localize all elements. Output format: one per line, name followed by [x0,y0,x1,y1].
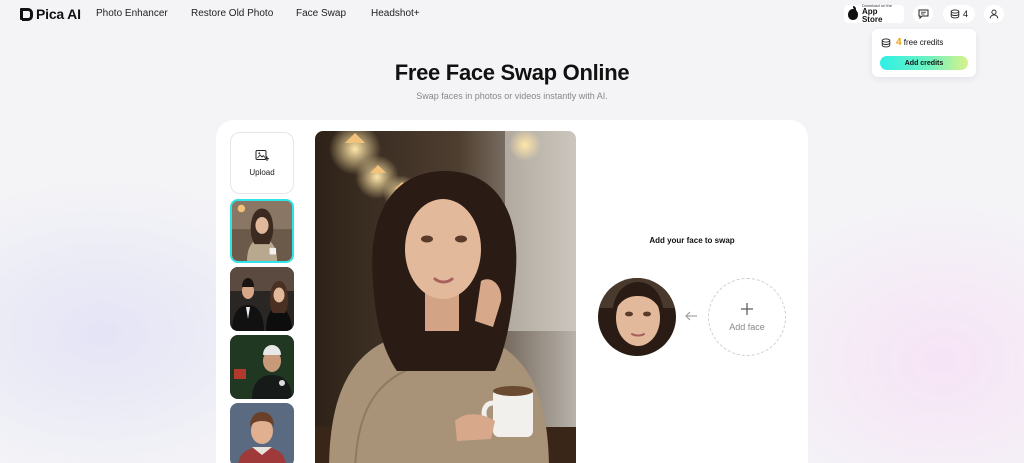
target-photo [315,131,576,463]
credits-label: free credits [903,38,944,47]
add-face-label: Add face [729,322,765,332]
swap-instruction: Add your face to swap [649,236,735,245]
app-store-badge[interactable]: Download on the App Store [844,4,904,24]
nav-headshot[interactable]: Headshot+ [371,8,420,19]
credits-count: 4 [896,37,902,48]
nav-face-swap[interactable]: Face Swap [296,8,346,19]
arrow-left-icon [685,311,697,321]
credits-line: 4 free credits [881,37,943,48]
brand-logo[interactable]: Pica AI [20,6,81,22]
nav-restore-old-photo[interactable]: Restore Old Photo [191,8,273,19]
template-thumbnail-boy-portrait[interactable] [230,403,294,463]
account-button[interactable] [984,5,1004,23]
chat-icon [918,9,928,19]
image-upload-icon [255,150,269,161]
chat-button[interactable] [913,5,933,23]
add-face-button[interactable]: Add face [708,278,786,356]
page-subtitle: Swap faces in photos or videos instantly… [416,91,608,101]
upload-button[interactable]: Upload [230,132,294,194]
template-image [230,335,294,399]
apple-icon [848,5,858,20]
target-photo-image [315,131,576,463]
top-nav: Pica AI Photo Enhancer Restore Old Photo… [0,0,1024,28]
template-thumbnail-man-outdoor[interactable] [230,335,294,399]
user-icon [989,9,999,19]
template-thumbnail-couple-formal[interactable] [230,267,294,331]
app-store-big-text: App Store [861,7,883,24]
credit-count: 4 [962,9,968,19]
nav-photo-enhancer[interactable]: Photo Enhancer [96,8,168,19]
template-thumbnail-woman-cafe[interactable] [230,199,294,263]
template-image [230,267,294,331]
credits-button[interactable]: 4 [943,5,975,23]
logo-icon [20,7,33,21]
source-face-image [598,278,676,356]
template-image [230,403,294,463]
page-title: Free Face Swap Online [394,60,630,85]
brand-name: Pica AI [36,6,81,22]
template-image [232,201,292,261]
source-face-preview[interactable] [598,278,676,356]
coins-stack-icon [881,37,891,47]
coins-stack-icon [950,9,960,19]
upload-label: Upload [249,168,275,177]
plus-icon [741,303,753,315]
